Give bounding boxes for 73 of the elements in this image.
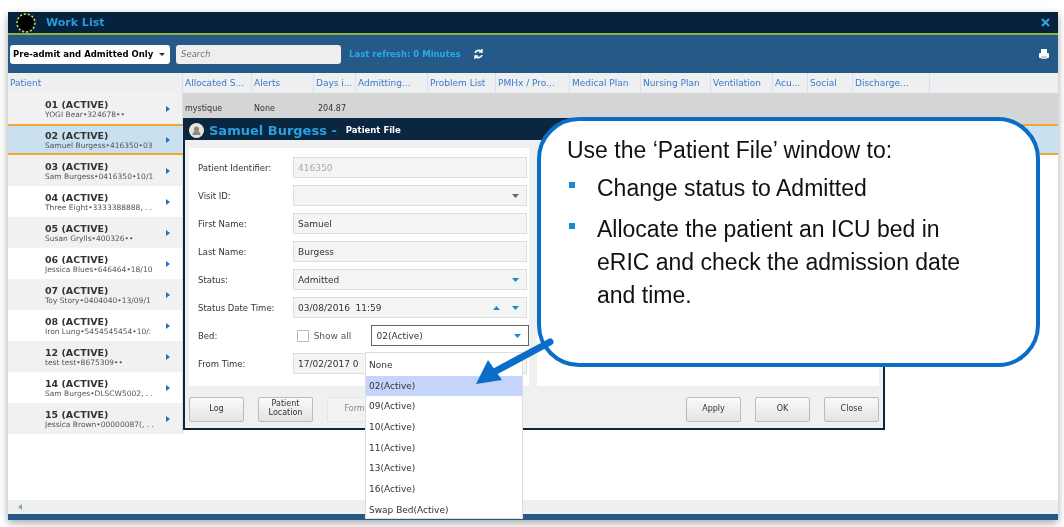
dialog-button[interactable]: OK [755, 396, 810, 422]
expand-arrow-icon[interactable] [166, 384, 170, 391]
field-label: Bed: [198, 330, 219, 341]
field-label: Last Name: [198, 246, 248, 257]
callout-heading: Use the ‘Patient File’ window to: [567, 137, 894, 164]
expand-arrow-icon[interactable] [166, 229, 170, 236]
dropdown-option[interactable]: None [366, 355, 522, 376]
input-field[interactable]: Burgess [293, 241, 527, 262]
caret-icon [514, 333, 521, 338]
patient-status: 07 (ACTIVE) [45, 284, 110, 296]
input-field[interactable]: 03/08/2016 11:59 [293, 297, 527, 318]
dialog-button[interactable]: Apply [686, 396, 741, 422]
field-label: Status Date Time: [198, 302, 276, 313]
field-label: From Time: [198, 358, 247, 369]
avatar-icon [189, 122, 204, 138]
patient-status: 05 (ACTIVE) [45, 222, 110, 234]
dropdown-option[interactable]: 02(Active) [366, 375, 522, 397]
caret-icon[interactable] [512, 305, 519, 310]
dropdown-option[interactable]: Swap Bed(Active) [366, 499, 522, 521]
dropdown-option[interactable]: 13(Active) [366, 458, 522, 480]
patient-status: 01 (ACTIVE) [45, 98, 110, 110]
filter-dropdown[interactable]: Pre-admit and Admitted Only [10, 44, 170, 64]
dialog-button[interactable]: Log [189, 396, 244, 422]
dropdown-option[interactable]: 11(Active) [366, 437, 522, 459]
patient-status: 03 (ACTIVE) [45, 160, 110, 172]
table-cell-text: None [253, 104, 276, 113]
select-field[interactable] [293, 185, 527, 206]
select-field[interactable]: Admitted [293, 269, 527, 290]
callout-text: Change status to Admitted [597, 174, 867, 203]
up-caret-icon[interactable] [493, 305, 500, 310]
expand-arrow-icon[interactable] [166, 260, 170, 267]
dropdown-option[interactable]: 16(Active) [366, 479, 522, 500]
callout-text: Allocate the patient an ICU bed in eRIC and check the admission date and time. [597, 215, 962, 310]
bullet-icon [569, 182, 575, 188]
printer-icon[interactable] [1038, 48, 1050, 60]
expand-arrow-icon[interactable] [166, 136, 170, 143]
patient-name: Samuel Burgess - [209, 122, 337, 138]
caret-icon [159, 52, 165, 56]
bullet-icon [569, 223, 575, 229]
patient-status: 12 (ACTIVE) [45, 346, 110, 358]
dialog-button[interactable]: Patient Location [258, 396, 313, 422]
refresh-icon[interactable] [472, 48, 484, 60]
table-cell-text: 204.87 [317, 104, 347, 113]
caret-icon[interactable] [512, 193, 519, 198]
dialog-title: Patient File [345, 125, 401, 135]
field-label: Patient Identifier: [198, 162, 273, 173]
bed-select[interactable]: 02(Active) [371, 325, 529, 346]
expand-arrow-icon[interactable] [166, 198, 170, 205]
field-label: First Name: [198, 218, 248, 229]
field-label: Status: [198, 274, 229, 285]
caret-icon[interactable] [512, 277, 519, 282]
checkbox[interactable] [296, 329, 309, 342]
last-refresh-label: Last refresh: 0 Minutes [349, 49, 461, 59]
expand-arrow-icon[interactable] [166, 322, 170, 329]
checkbox-label: Show all [313, 330, 353, 341]
close-icon[interactable] [1041, 18, 1050, 27]
input-field[interactable]: Samuel [293, 213, 527, 234]
patient-status: 15 (ACTIVE) [45, 408, 110, 420]
field-label: Visit ID: [198, 190, 232, 201]
expand-arrow-icon[interactable] [166, 105, 170, 112]
expand-arrow-icon[interactable] [166, 353, 170, 360]
window-title: Work List [46, 16, 105, 29]
dialog-button[interactable]: Close [824, 396, 879, 422]
table-cell-text: mystique [184, 104, 224, 113]
expand-arrow-icon[interactable] [166, 415, 170, 422]
patient-status: 04 (ACTIVE) [45, 191, 110, 203]
expand-arrow-icon[interactable] [166, 291, 170, 298]
expand-arrow-icon[interactable] [166, 167, 170, 174]
patient-status: 06 (ACTIVE) [45, 253, 110, 265]
search-field[interactable]: Search [176, 44, 341, 64]
patient-status: 02 (ACTIVE) [45, 129, 110, 141]
patient-status: 14 (ACTIVE) [45, 377, 110, 389]
patient-status: 08 (ACTIVE) [45, 315, 110, 327]
